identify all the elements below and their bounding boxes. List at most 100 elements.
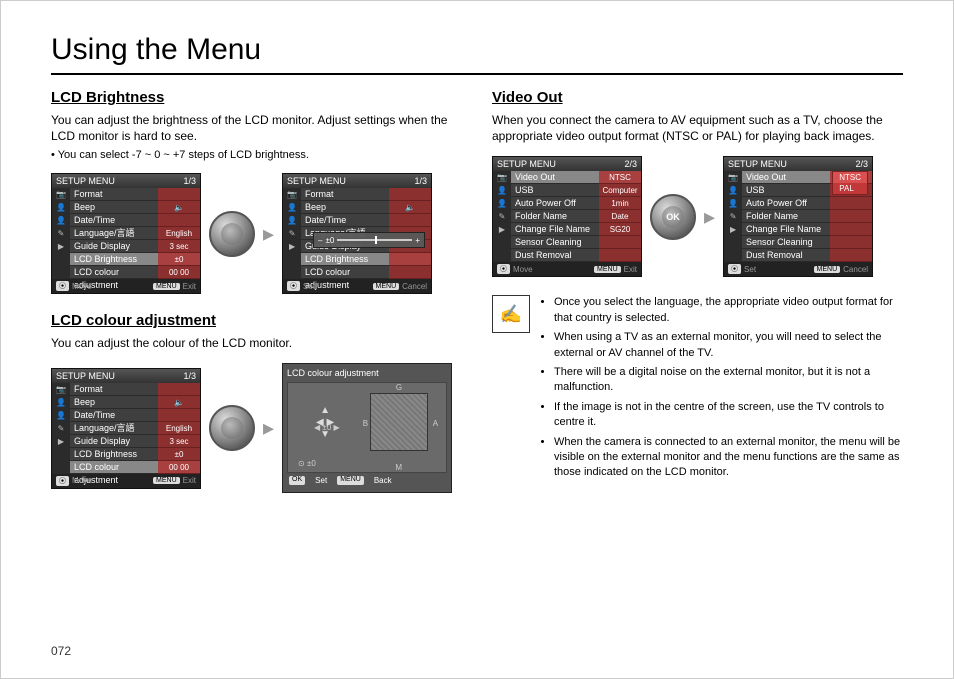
menu-row[interactable]: Language/言語English	[70, 227, 200, 240]
menu-row-label: Sensor Cleaning	[511, 236, 599, 249]
menu-row-label: LCD Brightness	[301, 253, 389, 266]
menu-row-label: USB	[742, 184, 830, 197]
left-column: LCD Brightness You can adjust the bright…	[51, 89, 462, 511]
menu-row[interactable]: LCD colour adjustment00 00	[70, 461, 200, 474]
menu-row[interactable]: LCD colour adjustment00 00	[70, 266, 200, 279]
menu-row-label: Format	[70, 383, 158, 396]
arrow-right-icon: ▸	[263, 221, 274, 247]
note-item: If the image is not in the centre of the…	[554, 400, 903, 431]
note-item: There will be a digital noise on the ext…	[554, 365, 903, 396]
menu-row-label: Beep	[70, 396, 158, 409]
menu-row[interactable]: Beep🔈	[301, 201, 431, 214]
menu-row[interactable]: Format	[301, 188, 431, 201]
setup-menu-brightness-1: SETUP MENU1/3 📷👤👤✎▶ FormatBeep🔈Date/Time…	[51, 173, 201, 294]
menu-row-label: Video Out	[742, 171, 830, 184]
menu-row-value: 🔈	[389, 201, 431, 214]
menu-row[interactable]: Change File Name	[742, 223, 872, 236]
menu-row[interactable]: Auto Power Off1min	[511, 197, 641, 210]
menu-row-value: Computer	[599, 184, 641, 197]
menu-row-value: Date	[599, 210, 641, 223]
menu-row-label: Change File Name	[742, 223, 830, 236]
menu-row-label: Format	[301, 188, 389, 201]
note-item: Once you select the language, the approp…	[554, 295, 903, 326]
slider-track[interactable]	[337, 239, 412, 241]
video-out-desc: When you connect the camera to AV equipm…	[492, 112, 903, 144]
menu-row[interactable]: Format	[70, 383, 200, 396]
menu-page: 1/3	[183, 176, 196, 186]
menu-row-value	[599, 249, 641, 262]
menu-row-label: LCD Brightness	[70, 253, 158, 266]
menu-row[interactable]: Sensor Cleaning	[511, 236, 641, 249]
page-title: Using the Menu	[51, 33, 903, 75]
menu-row[interactable]: Date/Time	[70, 214, 200, 227]
video-out-dropdown[interactable]: NTSC PAL	[832, 171, 868, 195]
foot-exit: Exit	[183, 282, 196, 291]
menu-row[interactable]: Guide Display3 sec	[70, 240, 200, 253]
menu-row-label: LCD colour adjustment	[301, 266, 389, 279]
menu-row[interactable]: Sensor Cleaning	[742, 236, 872, 249]
menu-row[interactable]: Language/言語English	[70, 422, 200, 435]
lcd-brightness-desc: You can adjust the brightness of the LCD…	[51, 112, 462, 144]
menu-row[interactable]: LCD Brightness±0	[70, 448, 200, 461]
menu-row-value	[158, 214, 200, 227]
colour-adjust-panel: LCD colour adjustment ▲◀ ▶▼ G B A M ◀ ±0…	[282, 363, 452, 493]
ok-dial-icon	[650, 194, 696, 240]
menu-row[interactable]: Auto Power Off	[742, 197, 872, 210]
menu-row-label: Language/言語	[70, 422, 158, 435]
lcd-brightness-heading: LCD Brightness	[51, 89, 462, 106]
menu-row-value: 3 sec	[158, 240, 200, 253]
note-list: Once you select the language, the approp…	[540, 295, 903, 484]
dropdown-option-ntsc[interactable]: NTSC	[833, 172, 867, 183]
menu-row-label: LCD colour adjustment	[70, 461, 158, 474]
menu-row[interactable]: Guide Display3 sec	[70, 435, 200, 448]
note-item: When the camera is connected to an exter…	[554, 435, 903, 481]
menu-row-label: Folder Name	[742, 210, 830, 223]
menu-row-label: Auto Power Off	[511, 197, 599, 210]
setup-menu-video-1: SETUP MENU2/3 📷👤👤✎▶ Video OutNTSCUSBComp…	[492, 156, 642, 277]
menu-row-value: ±0	[158, 253, 200, 266]
page-number: 072	[51, 644, 71, 658]
menu-row-value: English	[158, 422, 200, 435]
menu-row[interactable]: Date/Time	[70, 409, 200, 422]
menu-row-label: Dust Removal	[742, 249, 830, 262]
menu-row[interactable]: Folder NameDate	[511, 210, 641, 223]
menu-row-value: English	[158, 227, 200, 240]
menu-row[interactable]: Format	[70, 188, 200, 201]
menu-row[interactable]: Dust Removal	[511, 249, 641, 262]
menu-row-value	[830, 223, 872, 236]
lcd-colour-heading: LCD colour adjustment	[51, 312, 462, 329]
dropdown-option-pal[interactable]: PAL	[833, 183, 867, 194]
menu-row-label: LCD Brightness	[70, 448, 158, 461]
menu-row-value	[830, 236, 872, 249]
menu-row-value: ±0	[158, 448, 200, 461]
menu-row[interactable]: USBComputer	[511, 184, 641, 197]
menu-row[interactable]: LCD colour adjustment	[301, 266, 431, 279]
menu-row[interactable]: Beep🔈	[70, 201, 200, 214]
menu-row-label: Auto Power Off	[742, 197, 830, 210]
brightness-slider[interactable]: – ±0 +	[313, 232, 425, 248]
menu-row-value: 3 sec	[158, 435, 200, 448]
menu-row-label: Guide Display	[70, 435, 158, 448]
menu-row[interactable]: Date/Time	[301, 214, 431, 227]
memo-icon: ✍	[492, 295, 530, 333]
menu-row-label: Dust Removal	[511, 249, 599, 262]
menu-row-label: Date/Time	[70, 214, 158, 227]
menu-row-value	[389, 266, 431, 279]
menu-row-value	[389, 214, 431, 227]
menu-row-label: Beep	[301, 201, 389, 214]
menu-row[interactable]: LCD Brightness	[301, 253, 431, 266]
colour-grid[interactable]	[370, 393, 428, 451]
menu-row[interactable]: Video OutNTSC	[511, 171, 641, 184]
menu-row-label: Guide Display	[70, 240, 158, 253]
menu-row-label: LCD colour adjustment	[70, 266, 158, 279]
menu-row[interactable]: Folder Name	[742, 210, 872, 223]
menu-row-value: NTSC	[599, 171, 641, 184]
menu-row[interactable]: Dust Removal	[742, 249, 872, 262]
note-item: When using a TV as an external monitor, …	[554, 330, 903, 361]
control-dial-icon	[209, 405, 255, 451]
menu-row[interactable]: Beep🔈	[70, 396, 200, 409]
menu-row-value: SG20	[599, 223, 641, 236]
menu-row[interactable]: Change File NameSG20	[511, 223, 641, 236]
menu-row[interactable]: LCD Brightness±0	[70, 253, 200, 266]
video-out-heading: Video Out	[492, 89, 903, 106]
